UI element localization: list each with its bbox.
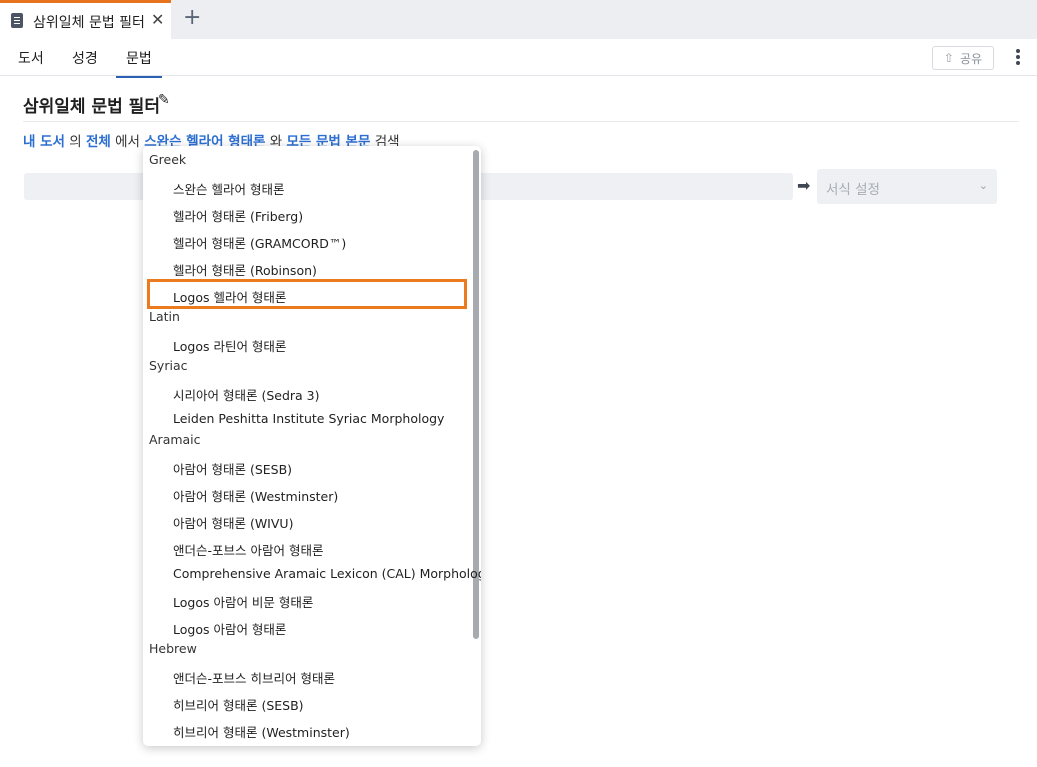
option-item[interactable]: Leiden Peshitta Institute Syriac Morphol… [173, 411, 444, 426]
nav-tab-grammar[interactable]: 문법 [116, 48, 162, 78]
group-label-greek: Greek [149, 152, 187, 167]
group-label-latin: Latin [149, 309, 180, 324]
document-icon [11, 13, 23, 28]
sentence-word: 의 [69, 134, 82, 150]
option-item[interactable]: Logos 라틴어 형태론 [173, 336, 286, 355]
nav-bar: 도서 성경 문법 ⇧ 공유 [0, 39, 1037, 78]
edit-icon[interactable]: ✎ [158, 92, 170, 108]
nav-tab-bible[interactable]: 성경 [72, 48, 98, 68]
option-item[interactable]: Comprehensive Aramaic Lexicon (CAL) Morp… [173, 566, 481, 581]
tab-strip: 삼위일체 문법 필터 ✕ + [0, 0, 1037, 39]
group-label-syriac: Syriac [149, 358, 188, 373]
option-item[interactable]: 아람어 형태론 (Westminster) [173, 486, 338, 505]
option-item[interactable]: 헬라어 형태론 (Friberg) [173, 206, 303, 225]
chevron-down-icon: ⌄ [978, 179, 988, 192]
new-tab-button[interactable]: + [183, 5, 201, 31]
more-options-icon[interactable] [1012, 47, 1024, 67]
morphology-dropdown: Greek 스완슨 헬라어 형태론 헬라어 형태론 (Friberg) 헬라어 … [143, 146, 481, 746]
sentence-word: 에서 [115, 134, 140, 150]
option-item[interactable]: 앤더슨-포브스 히브리어 형태론 [173, 668, 335, 687]
group-label-hebrew: Hebrew [149, 641, 197, 656]
close-icon[interactable]: ✕ [151, 10, 164, 29]
tab-title: 삼위일체 문법 필터 [33, 15, 145, 31]
group-label-aramaic: Aramaic [149, 432, 201, 447]
option-item-highlighted[interactable]: Logos 헬라어 형태론 [173, 287, 286, 306]
option-item[interactable]: Logos 아람어 비문 형태론 [173, 592, 313, 611]
option-item[interactable]: 히브리어 형태론 (Westminster) [173, 722, 350, 741]
format-placeholder: 서식 설정 [826, 182, 880, 198]
tab-active[interactable]: 삼위일체 문법 필터 ✕ [0, 0, 171, 39]
option-item[interactable]: Logos 아람어 형태론 [173, 619, 286, 638]
nav-tab-books[interactable]: 도서 [18, 48, 44, 68]
format-select[interactable]: 서식 설정 ⌄ [817, 169, 997, 204]
option-item[interactable]: 히브리어 형태론 (SESB) [173, 695, 304, 714]
option-item[interactable]: 아람어 형태론 (SESB) [173, 459, 292, 478]
option-item[interactable]: 앤더슨-포브스 아람어 형태론 [173, 540, 323, 559]
option-item[interactable]: 시리아어 형태론 (Sedra 3) [173, 385, 320, 404]
link-all[interactable]: 전체 [86, 134, 111, 150]
page-title: 삼위일체 문법 필터 [23, 97, 160, 117]
share-button[interactable]: ⇧ 공유 [932, 46, 994, 70]
share-icon: ⇧ [943, 51, 954, 65]
link-my-library[interactable]: 내 도서 [23, 134, 65, 150]
option-item[interactable]: 헬라어 형태론 (GRAMCORD™) [173, 233, 346, 252]
option-item[interactable]: 스완슨 헬라어 형태론 [173, 179, 284, 198]
option-item[interactable]: 헬라어 형태론 (Robinson) [173, 260, 317, 279]
divider [23, 121, 1019, 122]
arrow-right-icon: ➡ [797, 176, 811, 195]
share-label: 공유 [959, 51, 983, 66]
option-item[interactable]: 아람어 형태론 (WIVU) [173, 513, 293, 532]
